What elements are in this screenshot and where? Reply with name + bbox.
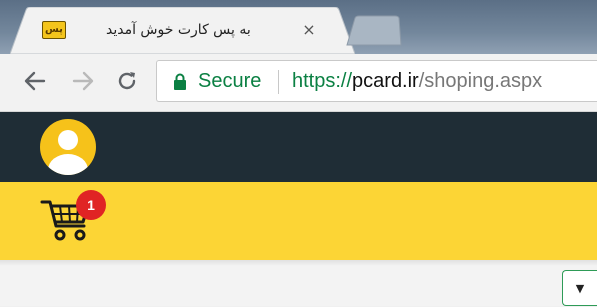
new-tab-button[interactable] bbox=[345, 15, 403, 47]
reload-icon bbox=[118, 72, 136, 90]
lock-icon bbox=[174, 73, 186, 90]
url-text[interactable]: https://pcard.ir/shoping.aspx bbox=[292, 69, 542, 93]
chevron-down-icon: ▼ bbox=[575, 282, 585, 295]
dropdown-select[interactable]: ▼ bbox=[562, 270, 597, 306]
url-scheme: https:// bbox=[292, 70, 353, 92]
new-tab-icon bbox=[346, 15, 402, 46]
browser-tab[interactable]: پس به پس کارت خوش آمدید × bbox=[10, 7, 355, 54]
forward-button[interactable] bbox=[70, 66, 96, 96]
avatar-graphic bbox=[40, 119, 96, 175]
secure-label: Secure bbox=[198, 70, 262, 92]
arrow-right-icon bbox=[72, 71, 94, 91]
tab-title: به پس کارت خوش آمدید bbox=[106, 22, 251, 38]
header-shadow bbox=[0, 260, 597, 266]
page-content bbox=[0, 260, 597, 306]
reload-button[interactable] bbox=[114, 66, 140, 96]
url-path: /shoping.aspx bbox=[418, 70, 543, 92]
back-button[interactable] bbox=[22, 66, 48, 96]
url-host: pcard.ir bbox=[352, 70, 419, 92]
arrow-left-icon bbox=[24, 71, 46, 91]
user-avatar-icon[interactable] bbox=[36, 118, 100, 176]
site-favicon-icon: پس bbox=[42, 21, 66, 39]
omnibox-divider bbox=[278, 70, 279, 94]
cart-count-badge: 1 bbox=[76, 190, 106, 220]
tab-close-icon[interactable]: × bbox=[298, 19, 320, 41]
address-bar[interactable]: Secure https://pcard.ir/shoping.aspx bbox=[156, 60, 597, 102]
